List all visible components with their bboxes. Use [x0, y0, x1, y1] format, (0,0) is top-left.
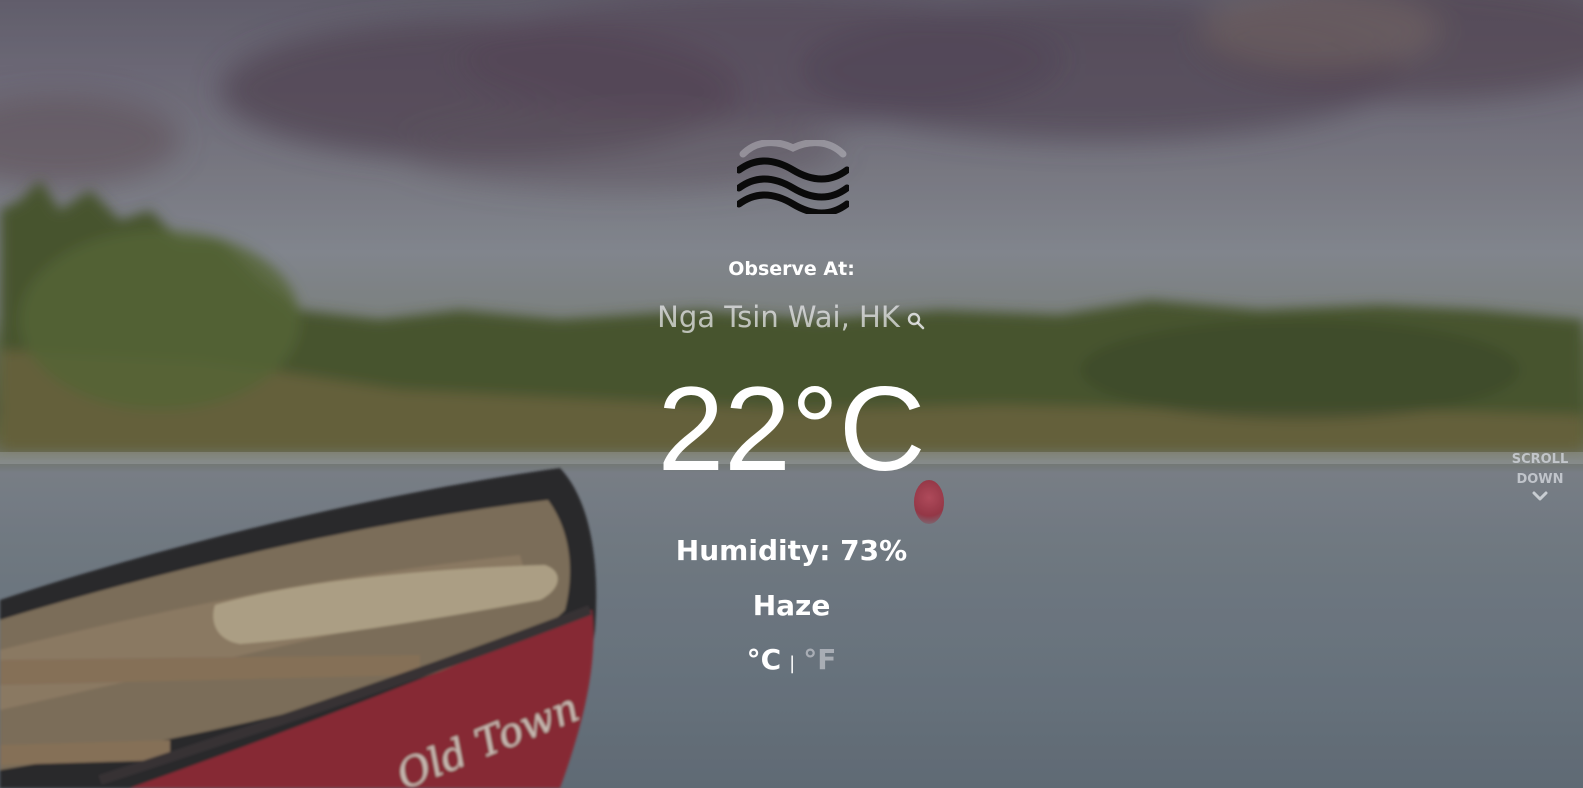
temperature-value: 22°C	[657, 362, 926, 496]
fahrenheit-toggle[interactable]: °F	[803, 643, 836, 676]
scroll-label-line1: SCROLL	[1511, 452, 1569, 467]
weather-panel: Observe At: Nga Tsin Wai, HK 22°C Humidi…	[0, 0, 1583, 788]
celsius-toggle[interactable]: °C	[747, 643, 782, 676]
chevron-down-icon	[1532, 491, 1548, 501]
weather-condition: Haze	[752, 589, 831, 622]
haze-icon	[737, 140, 849, 214]
humidity-value: Humidity: 73%	[675, 534, 908, 567]
location-row: Nga Tsin Wai, HK	[0, 300, 1583, 334]
unit-separator: |	[789, 653, 796, 674]
scroll-label-line2: DOWN	[1516, 472, 1564, 487]
unit-toggle: °C | °F	[0, 643, 1583, 676]
location-name[interactable]: Nga Tsin Wai, HK	[657, 300, 900, 334]
search-icon[interactable]	[906, 311, 926, 331]
observe-at-label: Observe At:	[728, 258, 855, 280]
scroll-down-hint[interactable]: SCROLL DOWN	[1500, 450, 1580, 502]
